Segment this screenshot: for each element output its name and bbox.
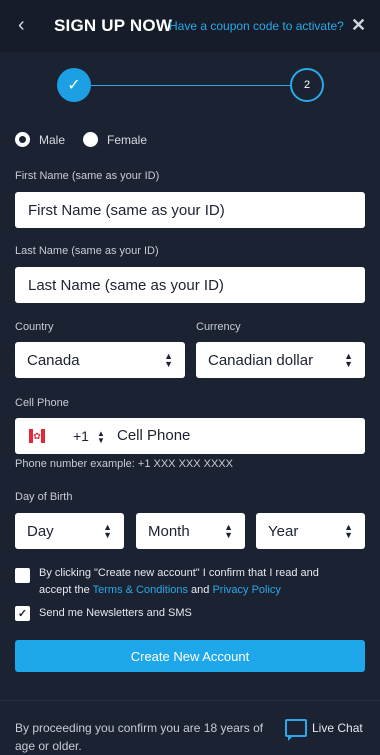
dob-label: Day of Birth xyxy=(15,491,73,503)
terms-link[interactable]: Terms & Conditions xyxy=(93,584,188,596)
terms-and: and xyxy=(188,584,213,596)
step-2-current: 2 xyxy=(290,68,324,102)
day-select[interactable]: Day ▲ ▼ xyxy=(15,513,124,549)
check-icon: ✓ xyxy=(67,77,81,94)
select-arrows-icon: ▲ ▼ xyxy=(103,522,112,540)
radio-unselected-icon[interactable] xyxy=(83,132,98,147)
year-select[interactable]: Year ▲ ▼ xyxy=(256,513,365,549)
day-value: Day xyxy=(27,522,54,540)
first-name-input[interactable]: First Name (same as your ID) xyxy=(15,192,365,228)
country-code[interactable]: +1 xyxy=(73,428,89,444)
currency-value: Canadian dollar xyxy=(208,351,314,369)
create-account-button[interactable]: Create New Account xyxy=(15,640,365,672)
footer-divider xyxy=(0,700,380,701)
select-arrows-icon: ▲ ▼ xyxy=(224,522,233,540)
gender-male-option[interactable]: Male xyxy=(15,132,65,147)
step-connector xyxy=(91,85,290,86)
chat-icon[interactable] xyxy=(285,719,307,741)
newsletter-checkbox[interactable]: ✓ xyxy=(15,606,30,621)
select-arrows-icon: ▲ ▼ xyxy=(164,351,173,369)
header-bar: ‹ SIGN UP NOW Have a coupon code to acti… xyxy=(0,0,380,52)
first-name-label: First Name (same as your ID) xyxy=(15,170,160,182)
age-notice: By proceeding you confirm you are 18 yea… xyxy=(15,721,264,753)
coupon-link[interactable]: Have a coupon code to activate? xyxy=(169,19,344,33)
phone-input[interactable]: Cell Phone xyxy=(117,427,190,444)
gender-female-label: Female xyxy=(107,132,148,147)
country-value: Canada xyxy=(27,351,80,369)
terms-text: By clicking "Create new account" I confi… xyxy=(39,565,349,599)
country-label: Country xyxy=(15,321,54,333)
currency-select[interactable]: Canadian dollar ▲ ▼ xyxy=(196,342,365,378)
check-icon: ✓ xyxy=(17,608,28,620)
cell-phone-label: Cell Phone xyxy=(15,397,69,409)
phone-field: ✿ +1 ▲ ▼ Cell Phone xyxy=(15,418,365,454)
select-arrows-icon[interactable]: ▲ ▼ xyxy=(97,430,105,445)
month-value: Month xyxy=(148,522,190,540)
radio-selected-icon[interactable] xyxy=(15,132,30,147)
live-chat-link[interactable]: Live Chat xyxy=(312,721,363,735)
close-icon[interactable]: ✕ xyxy=(351,15,366,36)
canada-flag-icon[interactable]: ✿ xyxy=(29,429,45,443)
last-name-label: Last Name (same as your ID) xyxy=(15,245,159,257)
page-title: SIGN UP NOW xyxy=(54,16,173,35)
select-arrows-icon: ▲ ▼ xyxy=(344,522,353,540)
phone-hint: Phone number example: +1 XXX XXX XXXX xyxy=(15,458,233,470)
month-select[interactable]: Month ▲ ▼ xyxy=(136,513,245,549)
select-arrows-icon: ▲ ▼ xyxy=(344,351,353,369)
chevron-left-icon[interactable]: ‹ xyxy=(18,14,25,37)
progress-stepper: ✓ 2 xyxy=(0,68,380,108)
currency-label: Currency xyxy=(196,321,241,333)
privacy-link[interactable]: Privacy Policy xyxy=(212,584,280,596)
country-select[interactable]: Canada ▲ ▼ xyxy=(15,342,185,378)
gender-female-option[interactable]: Female xyxy=(83,132,147,147)
year-value: Year xyxy=(268,522,299,540)
gender-male-label: Male xyxy=(39,132,66,147)
last-name-input[interactable]: Last Name (same as your ID) xyxy=(15,267,365,303)
newsletter-label: Send me Newsletters and SMS xyxy=(39,607,192,619)
step-1-complete: ✓ xyxy=(57,68,91,102)
terms-checkbox[interactable] xyxy=(15,568,30,583)
